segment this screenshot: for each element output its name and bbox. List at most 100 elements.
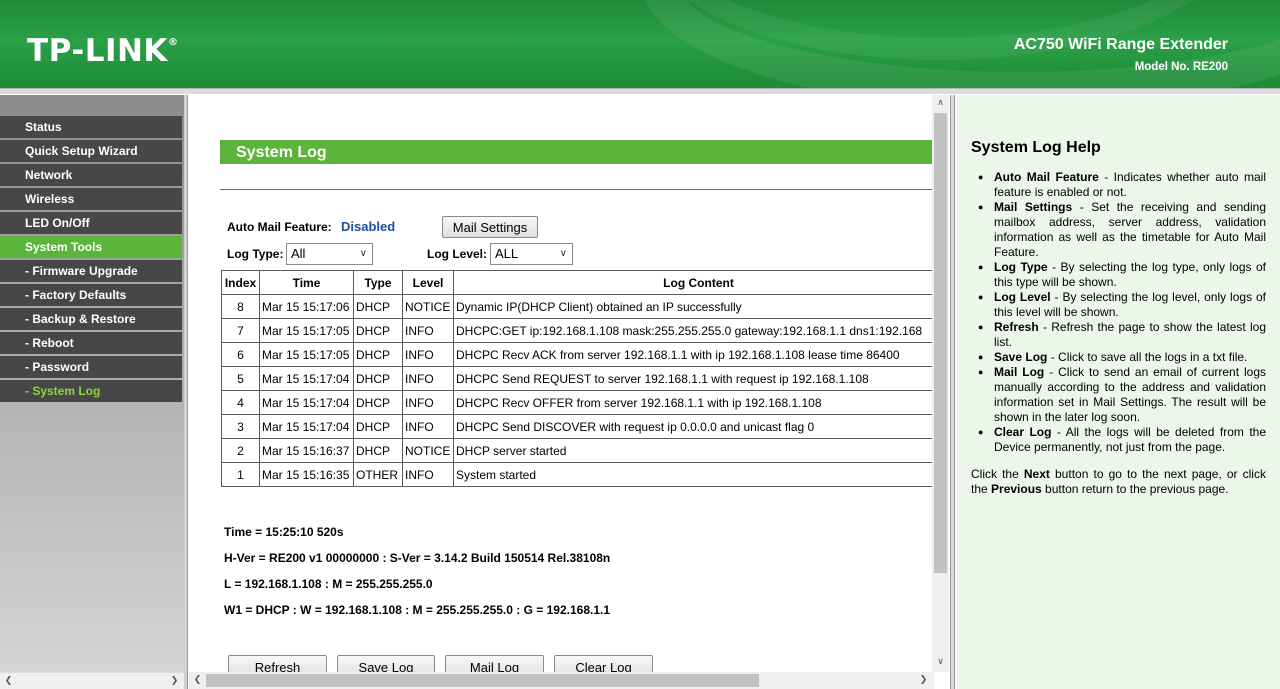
help-term: Refresh	[994, 320, 1039, 334]
refresh-button[interactable]: Refresh	[228, 655, 327, 672]
cell-log-content: DHCPC Recv OFFER from server 192.168.1.1…	[453, 390, 932, 415]
scrollbar-thumb[interactable]	[206, 674, 759, 687]
table-row: 7 Mar 15 15:17:05 DHCP INFO DHCPC:GET ip…	[221, 318, 932, 343]
mail-log-button[interactable]: Mail Log	[445, 655, 544, 672]
cell-level: INFO	[402, 414, 454, 439]
help-text: - Click to save all the logs in a txt fi…	[1047, 350, 1248, 364]
scrollbar-thumb[interactable]	[934, 113, 947, 573]
sidebar-item-quick-setup-wizard[interactable]: Quick Setup Wizard	[0, 140, 182, 162]
info-wan: W1 = DHCP : W = 192.168.1.108 : M = 255.…	[224, 603, 611, 617]
cell-time: Mar 15 15:17:04	[259, 390, 354, 415]
cell-type: DHCP	[353, 342, 403, 367]
help-item: Refresh - Refresh the page to show the l…	[978, 320, 1266, 350]
save-log-button[interactable]: Save Log	[337, 655, 435, 672]
help-item: Log Level - By selecting the log level, …	[978, 290, 1266, 320]
cell-time: Mar 15 15:16:37	[259, 438, 354, 463]
table-row: 2 Mar 15 15:16:37 DHCP NOTICE DHCP serve…	[221, 438, 932, 463]
sidebar-item-backup-restore[interactable]: - Backup & Restore	[0, 308, 182, 330]
sidebar: Status Quick Setup Wizard Network Wirele…	[0, 95, 186, 689]
scroll-right-icon[interactable]: ❯	[915, 674, 932, 685]
scroll-right-icon[interactable]: ❯	[166, 675, 183, 686]
cell-level: INFO	[402, 318, 454, 343]
sidebar-item-wireless[interactable]: Wireless	[0, 188, 182, 210]
help-term: Log Level	[994, 290, 1051, 304]
help-term: Auto Mail Feature	[994, 170, 1099, 184]
frame-divider[interactable]	[184, 95, 188, 689]
cell-type: OTHER	[353, 462, 403, 487]
sidebar-horizontal-scrollbar[interactable]: ❮ ❯	[0, 672, 186, 689]
help-list: Auto Mail Feature - Indicates whether au…	[978, 170, 1266, 455]
main-vertical-scrollbar[interactable]: ∧ ∨	[932, 95, 949, 672]
main-horizontal-scrollbar[interactable]: ❮ ❯	[189, 672, 934, 689]
column-header-type: Type	[353, 270, 403, 295]
sidebar-item-firmware-upgrade[interactable]: - Firmware Upgrade	[0, 260, 182, 282]
help-term: Mail Settings	[994, 200, 1073, 214]
help-item: Clear Log - All the logs will be deleted…	[978, 425, 1266, 455]
cell-index: 5	[221, 366, 260, 391]
cell-type: DHCP	[353, 366, 403, 391]
table-row: 3 Mar 15 15:17:04 DHCP INFO DHCPC Send D…	[221, 414, 932, 439]
table-row: 6 Mar 15 15:17:05 DHCP INFO DHCPC Recv A…	[221, 342, 932, 367]
scroll-left-icon[interactable]: ❮	[0, 675, 17, 686]
help-item: Auto Mail Feature - Indicates whether au…	[978, 170, 1266, 200]
info-time: Time = 15:25:10 520s	[224, 525, 344, 539]
help-term: Save Log	[994, 350, 1048, 364]
cell-log-content: DHCPC Send REQUEST to server 192.168.1.1…	[453, 366, 932, 391]
cell-index: 1	[221, 462, 260, 487]
sidebar-item-system-tools[interactable]: System Tools	[0, 236, 182, 258]
table-row: 8 Mar 15 15:17:06 DHCP NOTICE Dynamic IP…	[221, 294, 932, 319]
cell-index: 6	[221, 342, 260, 367]
log-table: Index Time Type Level Log Content 8 Mar …	[221, 270, 932, 487]
cell-time: Mar 15 15:16:35	[259, 462, 354, 487]
cell-log-content: DHCPC Recv ACK from server 192.168.1.1 w…	[453, 342, 932, 367]
cell-level: INFO	[402, 390, 454, 415]
cell-time: Mar 15 15:17:04	[259, 366, 354, 391]
help-footer-next: Next	[1023, 467, 1050, 481]
cell-index: 2	[221, 438, 260, 463]
cell-level: INFO	[402, 342, 454, 367]
column-header-log-content: Log Content	[453, 270, 932, 295]
sidebar-item-factory-defaults[interactable]: - Factory Defaults	[0, 284, 182, 306]
column-header-time: Time	[259, 270, 354, 295]
cell-type: DHCP	[353, 318, 403, 343]
cell-log-content: System started	[453, 462, 932, 487]
cell-level: INFO	[402, 462, 454, 487]
column-header-index: Index	[221, 270, 260, 295]
sidebar-item-network[interactable]: Network	[0, 164, 182, 186]
help-footer-text: Click the	[971, 467, 1024, 481]
cell-level: INFO	[402, 366, 454, 391]
cell-time: Mar 15 15:17:04	[259, 414, 354, 439]
scroll-left-icon[interactable]: ❮	[189, 674, 206, 685]
help-footer-previous: Previous	[991, 482, 1042, 496]
cell-index: 3	[221, 414, 260, 439]
frame-divider[interactable]	[950, 95, 955, 689]
info-version: H-Ver = RE200 v1 00000000 : S-Ver = 3.14…	[224, 551, 611, 565]
column-header-level: Level	[402, 270, 454, 295]
help-term: Log Type	[994, 260, 1048, 274]
sidebar-item-led[interactable]: LED On/Off	[0, 212, 182, 234]
cell-log-content: Dynamic IP(DHCP Client) obtained an IP s…	[453, 294, 932, 319]
table-row: 1 Mar 15 15:16:35 OTHER INFO System star…	[221, 462, 932, 487]
sidebar-menu: Status Quick Setup Wizard Network Wirele…	[0, 116, 182, 404]
scroll-down-icon[interactable]: ∨	[932, 656, 949, 667]
cell-index: 8	[221, 294, 260, 319]
scroll-up-icon[interactable]: ∧	[932, 97, 949, 108]
help-item: Mail Settings - Set the receiving and se…	[978, 200, 1266, 260]
cell-log-content: DHCPC:GET ip:192.168.1.108 mask:255.255.…	[453, 318, 932, 343]
cell-level: NOTICE	[402, 294, 454, 319]
clear-log-button[interactable]: Clear Log	[554, 655, 653, 672]
sidebar-item-status[interactable]: Status	[0, 116, 182, 138]
sidebar-item-reboot[interactable]: - Reboot	[0, 332, 182, 354]
cell-time: Mar 15 15:17:05	[259, 342, 354, 367]
help-title: System Log Help	[971, 139, 1101, 156]
sidebar-item-system-log[interactable]: - System Log	[0, 380, 182, 402]
table-row: 4 Mar 15 15:17:04 DHCP INFO DHCPC Recv O…	[221, 390, 932, 415]
cell-log-content: DHCP server started	[453, 438, 932, 463]
sidebar-item-password[interactable]: - Password	[0, 356, 182, 378]
cell-type: DHCP	[353, 414, 403, 439]
table-viewport: Index Time Type Level Log Content 8 Mar …	[189, 95, 932, 672]
help-footer-text: button return to the previous page.	[1041, 482, 1229, 496]
help-term: Clear Log	[994, 425, 1052, 439]
cell-type: DHCP	[353, 390, 403, 415]
cell-level: NOTICE	[402, 438, 454, 463]
